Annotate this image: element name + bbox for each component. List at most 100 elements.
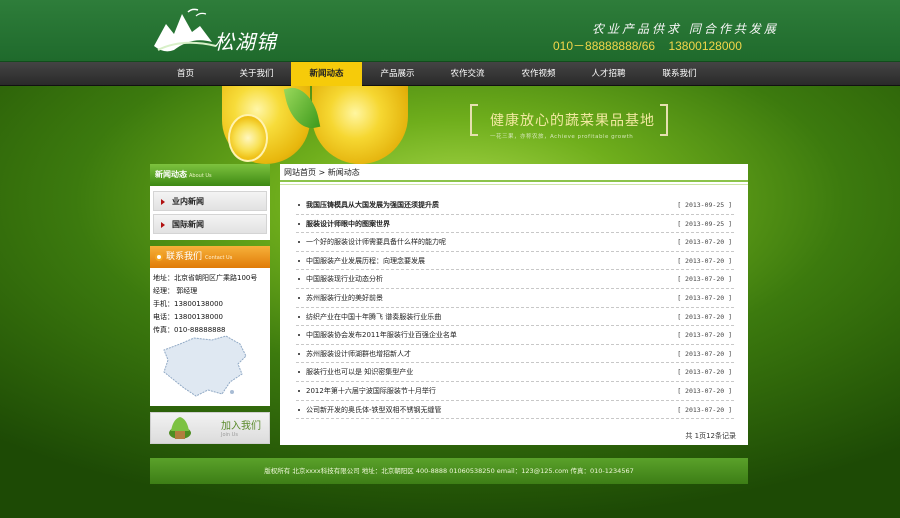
news-row[interactable]: 我国压铸模具从大国发展为强国还须提升质 [ 2013-09-25 ] — [296, 196, 734, 215]
nav-item-jobs[interactable]: 人才招聘 — [573, 62, 644, 86]
news-date: [ 2013-07-20 ] — [677, 368, 732, 377]
header-slogan: 农业产品供求 同合作共发展 — [592, 22, 779, 36]
hotline-phone1: 010－88888888/66 — [553, 39, 656, 53]
arrow-right-icon — [161, 222, 165, 228]
hero-banner: 健康放心的蔬菜果品基地 一花三果，亦称农旅，Achieve profitable… — [0, 83, 900, 164]
sidebar-item-industry-news[interactable]: 业内新闻 — [153, 191, 267, 211]
breadcrumb-divider — [280, 184, 748, 185]
site-logo[interactable]: 松湖锦 — [152, 6, 277, 56]
news-date: [ 2013-07-20 ] — [677, 238, 732, 247]
news-list: 我国压铸模具从大国发展为强国还须提升质[ 2013-09-25 ] 服装设计师眼中… — [296, 196, 734, 420]
arrow-right-icon — [161, 199, 165, 205]
news-row[interactable]: 苏州服装行业的美好前景 [ 2013-07-20 ] — [296, 289, 734, 308]
nav-item-video[interactable]: 农作视频 — [503, 62, 574, 86]
bullet-icon — [298, 352, 300, 355]
contact-address: 地址：北京省朝阳区广乘路100号 — [153, 274, 258, 282]
news-title[interactable]: 公司新开发的奥氏体-铁型双相不锈钢无缝管 — [306, 401, 442, 420]
news-row[interactable]: 中国服装协会发布2011年服装行业百强企业名单 [ 2013-07-20 ] — [296, 326, 734, 345]
news-date: [ 2013-07-20 ] — [677, 331, 732, 340]
bullet-icon — [298, 334, 300, 337]
news-title[interactable]: 服装设计师眼中的图案世界 — [306, 215, 390, 234]
bullet-icon — [298, 222, 300, 225]
news-row[interactable]: 中国服装产业发展历程：向理念要发展 [ 2013-07-20 ] — [296, 252, 734, 271]
nav-item-contact[interactable]: 联系我们 — [644, 62, 715, 86]
bullet-icon — [298, 389, 300, 392]
nav-item-news[interactable]: 新闻动态 — [291, 62, 362, 86]
vegetable-icon — [169, 417, 191, 439]
sidebar: 新闻动态 About Us 业内新闻 国际新闻 联系我们 Contact Us 地址… — [150, 164, 270, 444]
bracket-left-decor — [470, 104, 478, 136]
news-title[interactable]: 中国服装现行业动态分析 — [306, 270, 383, 289]
pagination-info: 共 1页12条记录 — [685, 432, 736, 440]
news-date: [ 2013-09-25 ] — [677, 201, 732, 209]
contact-dot-icon — [155, 253, 163, 261]
lemon-slice-image — [228, 114, 268, 162]
contact-mobile: 手机：13800138000 — [153, 300, 223, 308]
banner-subtitle: 一花三果，亦称农旅，Achieve profitable growth — [490, 134, 634, 140]
news-row[interactable]: 苏州服装设计师湖群也增招新人才 [ 2013-07-20 ] — [296, 345, 734, 364]
bullet-icon — [298, 408, 300, 411]
news-title[interactable]: 中国服装协会发布2011年服装行业百强企业名单 — [306, 326, 457, 345]
join-us-label: 加入我们 — [221, 421, 261, 432]
sidebar-section-title-text: 新闻动态 — [155, 170, 187, 179]
bullet-icon — [298, 241, 300, 244]
nav-item-home[interactable]: 首页 — [150, 62, 221, 86]
news-date: [ 2013-07-20 ] — [677, 275, 732, 284]
nav-item-exchange[interactable]: 农作交流 — [432, 62, 503, 86]
breadcrumb-current: 新闻动态 — [327, 168, 360, 177]
news-date: [ 2013-07-20 ] — [677, 386, 732, 395]
sidebar-section-title: 新闻动态 About Us — [150, 164, 270, 186]
news-row[interactable]: 公司新开发的奥氏体-铁型双相不锈钢无缝管 [ 2013-07-20 ] — [296, 401, 734, 420]
sidebar-item-label: 国际新闻 — [172, 220, 204, 229]
news-date: [ 2013-07-20 ] — [677, 293, 732, 302]
bullet-icon — [298, 259, 300, 262]
breadcrumb-home[interactable]: 网站首页 — [284, 168, 316, 177]
news-row[interactable]: 服装行业也可以是 知识密集型产业 [ 2013-07-20 ] — [296, 363, 734, 382]
sidebar-section-title-en: About Us — [189, 173, 212, 179]
news-title[interactable]: 2012年第十六届宁波国际服装节十月举行 — [306, 382, 436, 401]
bracket-right-decor — [660, 104, 668, 136]
news-title[interactable]: 苏州服装设计师湖群也增招新人才 — [306, 345, 411, 364]
china-map-icon — [163, 335, 247, 397]
sidebar-item-international-news[interactable]: 国际新闻 — [153, 214, 267, 234]
bullet-icon — [298, 296, 300, 299]
nav-item-about[interactable]: 关于我们 — [221, 62, 292, 86]
news-panel: 网站首页 > 新闻动态 我国压铸模具从大国发展为强国还须提升质 [ 2013-09… — [280, 164, 748, 445]
contact-title-en: Contact Us — [205, 255, 233, 261]
join-us-button[interactable]: 加入我们 Join Us — [150, 412, 270, 444]
news-title[interactable]: 苏州服装行业的美好前景 — [306, 289, 383, 308]
news-title[interactable]: 服装行业也可以是 知识密集型产业 — [306, 363, 413, 382]
bullet-icon — [298, 278, 300, 281]
main-nav: 首页 关于我们 新闻动态 产品展示 农作交流 农作视频 人才招聘 联系我们 — [0, 62, 900, 86]
news-title[interactable]: 我国压铸模具从大国发展为强国还须提升质 — [306, 196, 439, 215]
bullet-icon — [298, 204, 300, 206]
nav-item-products[interactable]: 产品展示 — [362, 62, 433, 86]
sidebar-category-list: 业内新闻 国际新闻 — [150, 186, 270, 240]
contact-manager: 经理： 郭经理 — [153, 287, 198, 295]
hotline-phone2: 13800128000 — [668, 39, 742, 53]
site-header: 松湖锦 农业产品供求 同合作共发展 010－88888888/66 138001… — [0, 0, 900, 62]
news-row[interactable]: 2012年第十六届宁波国际服装节十月举行 [ 2013-07-20 ] — [296, 382, 734, 401]
news-date: [ 2013-07-20 ] — [677, 405, 732, 414]
contact-phone: 电话：13800138000 — [153, 313, 223, 321]
news-row[interactable]: 纺织产业在中国十年腾飞 谱奏服装行业乐曲 [ 2013-07-20 ] — [296, 308, 734, 327]
site-footer: 版权所有 北京xxxx科技有限公司 地址：北京朝阳区 400-8888 0106… — [150, 458, 748, 484]
contact-title: 联系我们 Contact Us — [150, 246, 270, 268]
news-row[interactable]: 中国服装现行业动态分析 [ 2013-07-20 ] — [296, 270, 734, 289]
sidebar-item-label: 业内新闻 — [172, 197, 204, 206]
lemon-image-2 — [312, 86, 408, 164]
bullet-icon — [298, 315, 300, 318]
news-title[interactable]: 一个好的服装设计师需要具备什么样的能力呢 — [306, 233, 446, 252]
breadcrumb: 网站首页 > 新闻动态 — [280, 164, 748, 182]
contact-title-text: 联系我们 — [166, 252, 203, 262]
news-title[interactable]: 中国服装产业发展历程：向理念要发展 — [306, 252, 425, 271]
contact-info: 地址：北京省朝阳区广乘路100号 经理： 郭经理 手机：13800138000 … — [150, 268, 270, 406]
bullet-icon — [298, 371, 300, 374]
news-date: [ 2013-07-20 ] — [677, 349, 732, 358]
news-row[interactable]: 服装设计师眼中的图案世界 [ 2013-09-25 ] — [296, 215, 734, 234]
news-title[interactable]: 纺织产业在中国十年腾飞 谱奏服装行业乐曲 — [306, 308, 441, 327]
news-date: [ 2013-09-25 ] — [677, 219, 732, 228]
breadcrumb-separator: > — [318, 168, 326, 177]
news-row[interactable]: 一个好的服装设计师需要具备什么样的能力呢 [ 2013-07-20 ] — [296, 233, 734, 252]
banner-title: 健康放心的蔬菜果品基地 — [490, 113, 655, 129]
